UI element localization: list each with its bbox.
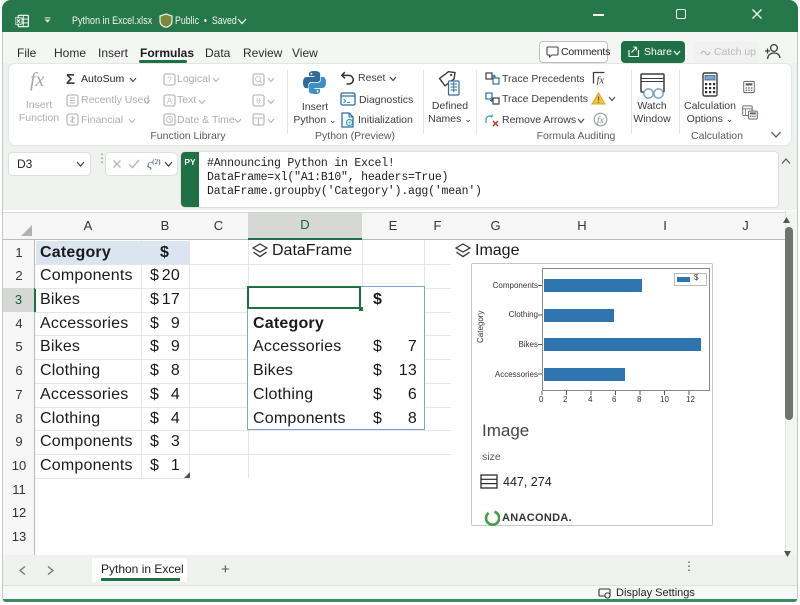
svg-text:fx: fx bbox=[597, 76, 605, 86]
svg-text:fx: fx bbox=[597, 115, 605, 126]
svg-text:θ: θ bbox=[256, 97, 261, 106]
svg-text:A: A bbox=[167, 97, 173, 106]
svg-text:?: ? bbox=[167, 75, 172, 84]
